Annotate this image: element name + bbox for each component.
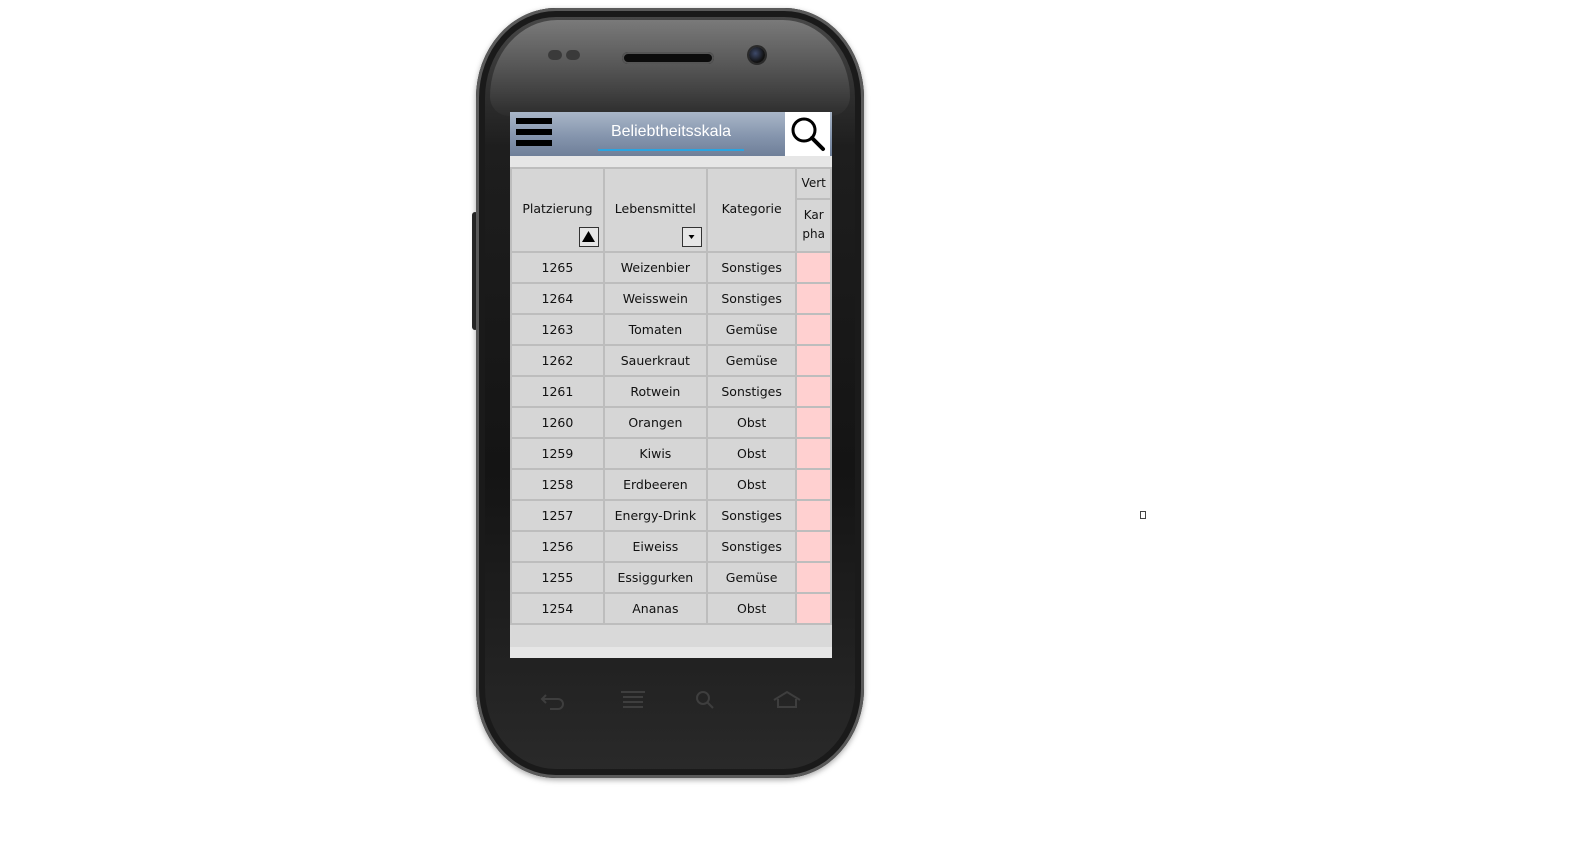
table-row[interactable]: 1256 Eiweiss Sonstiges — [510, 530, 832, 563]
cell-kategorie: Obst — [705, 592, 798, 625]
menu-lines-icon[interactable] — [620, 690, 646, 715]
cell-lebensmittel: Essiggurken — [602, 561, 708, 594]
device-search-icon[interactable] — [694, 690, 718, 715]
cell-kategorie: Obst — [705, 468, 798, 501]
table-row[interactable]: 1261 Rotwein Sonstiges — [510, 375, 832, 408]
cell-lebensmittel: Orangen — [602, 406, 708, 439]
cell-extra — [795, 468, 832, 501]
cell-extra — [795, 375, 832, 408]
cursor-glyph — [1140, 511, 1146, 519]
cell-platzierung: 1264 — [510, 282, 605, 315]
table-row[interactable]: 1257 Energy-Drink Sonstiges — [510, 499, 832, 532]
cell-extra — [795, 406, 832, 439]
phone-screen: Beliebtheitsskala Platzierung Lebensmitt… — [510, 112, 832, 658]
table-row[interactable]: 1254 Ananas Obst — [510, 592, 832, 625]
cell-kategorie: Gemüse — [705, 344, 798, 377]
cell-lebensmittel: Weisswein — [602, 282, 708, 315]
header-extra-bottom-line1: Kar — [803, 208, 824, 223]
cell-platzierung: 1263 — [510, 313, 605, 346]
search-button[interactable] — [785, 112, 830, 156]
hamburger-menu-icon[interactable] — [516, 118, 552, 150]
table-row[interactable]: 1255 Essiggurken Gemüse — [510, 561, 832, 594]
proximity-sensor — [548, 50, 562, 60]
chevron-down-icon — [688, 235, 695, 239]
cell-lebensmittel: Sauerkraut — [602, 344, 708, 377]
cell-extra — [795, 282, 832, 315]
cell-lebensmittel: Weizenbier — [602, 251, 708, 284]
search-icon — [791, 117, 825, 151]
table-row[interactable]: 1262 Sauerkraut Gemüse — [510, 344, 832, 377]
cell-kategorie: Sonstiges — [705, 282, 798, 315]
cell-lebensmittel: Rotwein — [602, 375, 708, 408]
earpiece-speaker — [622, 52, 714, 64]
cell-kategorie: Sonstiges — [705, 530, 798, 563]
cell-kategorie: Sonstiges — [705, 251, 798, 284]
cell-platzierung: 1257 — [510, 499, 605, 532]
cell-lebensmittel: Erdbeeren — [602, 468, 708, 501]
cell-kategorie: Gemüse — [705, 561, 798, 594]
cell-extra — [795, 344, 832, 377]
header-extra-top: Vert — [795, 167, 832, 200]
cell-kategorie: Obst — [705, 406, 798, 439]
filter-dropdown-button[interactable] — [681, 227, 702, 247]
cell-platzierung: 1261 — [510, 375, 605, 408]
sort-ascending-button[interactable] — [578, 227, 599, 247]
cell-platzierung: 1265 — [510, 251, 605, 284]
header-platzierung-label: Platzierung — [522, 200, 593, 216]
page-title: Beliebtheitsskala — [598, 121, 744, 151]
cell-platzierung: 1254 — [510, 592, 605, 625]
cell-lebensmittel: Ananas — [602, 592, 708, 625]
cell-lebensmittel: Kiwis — [602, 437, 708, 470]
app-bar: Beliebtheitsskala — [510, 112, 832, 156]
phone-gloss — [490, 20, 850, 116]
cell-extra — [795, 499, 832, 532]
home-icon[interactable] — [772, 690, 802, 715]
table-row[interactable]: 1258 Erdbeeren Obst — [510, 468, 832, 501]
header-kategorie[interactable]: Kategorie — [705, 167, 798, 253]
table-row[interactable]: 1263 Tomaten Gemüse — [510, 313, 832, 346]
cell-extra — [795, 561, 832, 594]
table-row[interactable]: 1264 Weisswein Sonstiges — [510, 282, 832, 315]
back-icon[interactable] — [540, 690, 566, 715]
cell-extra — [795, 530, 832, 563]
header-lebensmittel-label: Lebensmittel — [614, 200, 696, 216]
header-kategorie-label: Kategorie — [721, 200, 782, 216]
table-row[interactable]: 1265 Weizenbier Sonstiges — [510, 251, 832, 284]
ranking-table-container[interactable]: Platzierung Lebensmittel Kategorie Vert … — [510, 167, 832, 647]
cell-extra — [795, 251, 832, 284]
header-extra-bottom: Kar pha — [795, 197, 832, 254]
triangle-up-icon — [581, 231, 595, 242]
table-row[interactable]: 1259 Kiwis Obst — [510, 437, 832, 470]
cell-extra — [795, 313, 832, 346]
cell-extra — [795, 437, 832, 470]
cell-platzierung: 1256 — [510, 530, 605, 563]
cell-lebensmittel: Energy-Drink — [602, 499, 708, 532]
cell-platzierung: 1259 — [510, 437, 605, 470]
table-row[interactable]: 1260 Orangen Obst — [510, 406, 832, 439]
cell-kategorie: Obst — [705, 437, 798, 470]
cell-kategorie: Gemüse — [705, 313, 798, 346]
cell-lebensmittel: Eiweiss — [602, 530, 708, 563]
cell-platzierung: 1260 — [510, 406, 605, 439]
cell-platzierung: 1258 — [510, 468, 605, 501]
header-lebensmittel[interactable]: Lebensmittel — [602, 167, 708, 253]
ranking-table: Platzierung Lebensmittel Kategorie Vert … — [510, 167, 832, 625]
cell-kategorie: Sonstiges — [705, 499, 798, 532]
cell-lebensmittel: Tomaten — [602, 313, 708, 346]
cell-platzierung: 1255 — [510, 561, 605, 594]
light-sensor — [566, 50, 580, 60]
cell-extra — [795, 592, 832, 625]
cell-platzierung: 1262 — [510, 344, 605, 377]
front-camera-icon — [749, 47, 765, 63]
ranking-table-body: 1265 Weizenbier Sonstiges 1264 Weisswein Sons… — [510, 251, 832, 625]
header-extra-bottom-line2: pha — [802, 227, 825, 242]
header-platzierung[interactable]: Platzierung — [510, 167, 605, 253]
cell-kategorie: Sonstiges — [705, 375, 798, 408]
